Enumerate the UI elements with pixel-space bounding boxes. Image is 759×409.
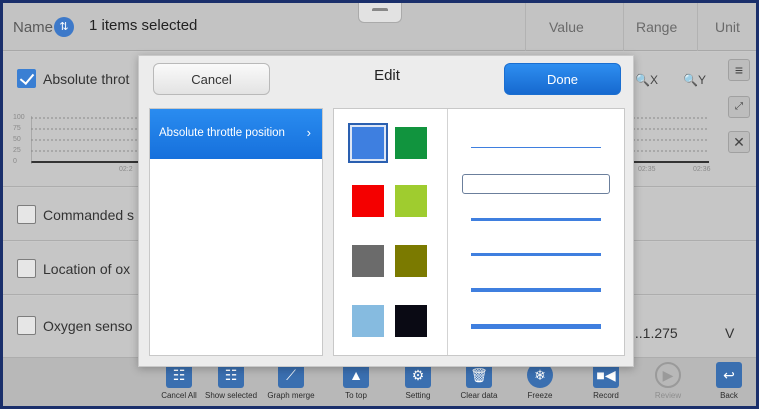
row-checkbox[interactable] — [17, 259, 36, 278]
row-checkbox[interactable] — [17, 69, 36, 88]
color-swatch[interactable] — [352, 305, 384, 337]
zoom-y-icon[interactable]: 🔍Y — [683, 73, 706, 87]
color-swatch[interactable] — [352, 245, 384, 277]
line-weight-option[interactable] — [471, 288, 601, 292]
back-button[interactable]: ↩ Back — [694, 358, 756, 406]
y-tick: 25 — [13, 147, 21, 154]
app-screen: Name ⇅ 1 items selected Value Range Unit… — [3, 3, 756, 406]
y-tick: 100 — [13, 114, 25, 121]
value-column-label: Value — [549, 19, 584, 35]
unit-column-label: Unit — [715, 19, 740, 35]
selected-line-frame — [462, 174, 610, 194]
header-divider — [697, 3, 698, 51]
play-icon: ▶ — [655, 362, 681, 388]
row-checkbox[interactable] — [17, 205, 36, 224]
row-value: ...1.275 — [631, 325, 678, 341]
toolbar-label: Record — [593, 391, 619, 400]
color-swatch[interactable] — [395, 127, 427, 159]
x-tick: 02:35 — [638, 166, 656, 173]
y-tick: 0 — [13, 158, 17, 165]
graph-plot-right — [633, 117, 709, 163]
parameter-item-label: Absolute throttle position — [159, 127, 285, 139]
toolbar-label: To top — [345, 391, 367, 400]
header-divider — [525, 3, 526, 51]
color-swatch[interactable] — [348, 123, 388, 163]
color-swatch[interactable] — [395, 245, 427, 277]
x-tick: 02:36 — [693, 166, 711, 173]
color-swatch[interactable] — [395, 185, 427, 217]
sort-arrows-icon[interactable]: ⇅ — [54, 17, 74, 37]
toolbar-label: Setting — [405, 391, 431, 400]
chevron-right-icon: › — [306, 125, 311, 140]
row-label: Location of ox — [43, 261, 131, 277]
toolbar-label: Clear data — [460, 391, 498, 400]
graph-plot-left — [31, 116, 151, 164]
parameter-item-absolute-throttle-position[interactable]: Absolute throttle position › — [150, 109, 322, 159]
range-column-label: Range — [636, 19, 678, 35]
line-weight-option[interactable] — [471, 324, 601, 329]
toolbar-label: Graph merge — [267, 391, 315, 400]
list-header: Name ⇅ 1 items selected Value Range Unit — [3, 3, 756, 51]
done-button[interactable]: Done — [504, 63, 621, 95]
row-label: Oxygen senso — [43, 318, 133, 334]
edit-dialog: Cancel Edit Done Absolute throttle posit… — [138, 55, 634, 367]
style-panel — [333, 108, 625, 356]
line-weight-option[interactable] — [471, 218, 601, 221]
zoom-x-icon[interactable]: 🔍X — [635, 73, 658, 87]
y-tick: 50 — [13, 136, 21, 143]
line-weight-option[interactable] — [471, 147, 601, 148]
back-arrow-icon: ↩ — [716, 362, 742, 388]
color-swatch[interactable] — [395, 305, 427, 337]
review-button: ▶ Review — [633, 358, 703, 406]
line-weight-option[interactable] — [471, 253, 601, 256]
pull-down-handle[interactable] — [358, 3, 402, 23]
x-tick: 02:2 — [119, 166, 133, 173]
parameter-list: Absolute throttle position › — [149, 108, 323, 356]
panel-divider — [447, 109, 448, 355]
name-column-label: Name — [13, 19, 54, 36]
toolbar-label: Back — [720, 391, 738, 400]
row-unit: V — [725, 325, 735, 341]
color-swatch[interactable] — [352, 185, 384, 217]
toolbar-label: Review — [654, 391, 682, 400]
row-label: Commanded s — [43, 207, 135, 223]
selection-count: 1 items selected — [89, 17, 198, 34]
row-label: Absolute throt — [43, 71, 130, 87]
header-divider — [623, 3, 624, 51]
menu-icon[interactable]: ≡ — [728, 59, 750, 81]
row-checkbox[interactable] — [17, 316, 36, 335]
toolbar-label: Freeze — [527, 391, 553, 400]
y-tick: 75 — [13, 125, 21, 132]
